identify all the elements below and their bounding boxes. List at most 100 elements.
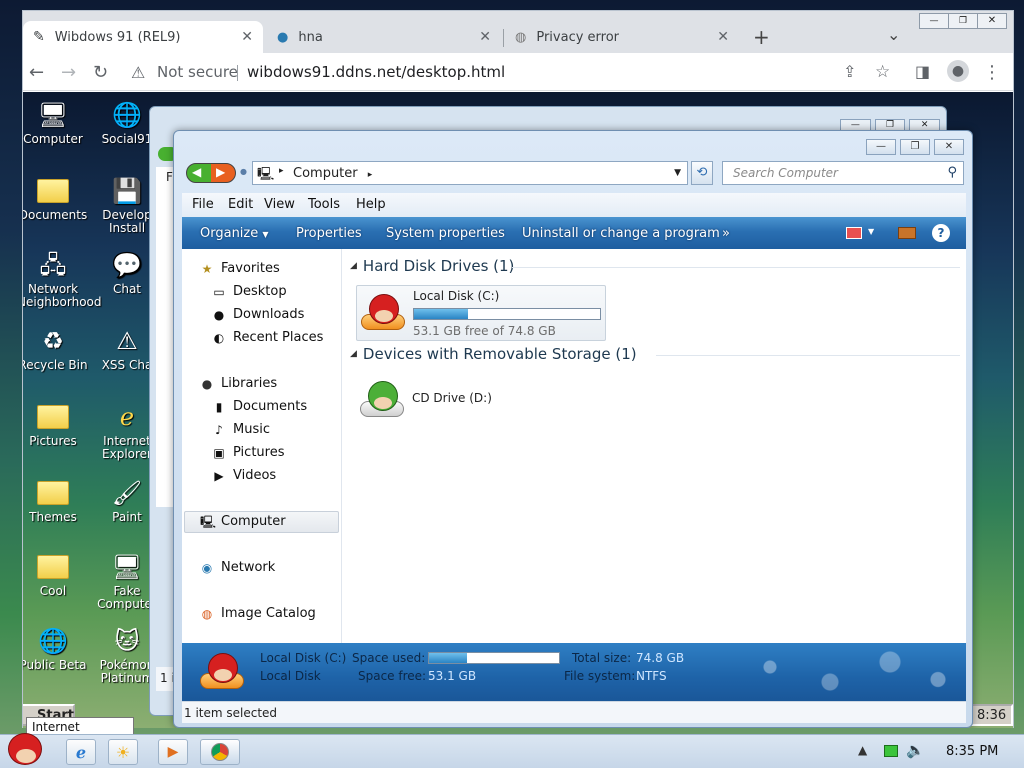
desktop-icon-public-beta[interactable]: 🌐 Public Beta [23, 626, 89, 672]
start-orb[interactable] [4, 731, 46, 768]
new-tab-button[interactable]: + [753, 25, 770, 49]
nav-computer[interactable]: 🖳 Computer [200, 514, 286, 529]
desktop-icon-pictures[interactable]: Pictures [23, 402, 89, 448]
tab-wibdows[interactable]: ✎ Wibdows 91 (REL9) ✕ [23, 21, 263, 53]
tab-privacy-error[interactable]: ◍ Privacy error ✕ [505, 21, 739, 53]
forward-arrow-icon[interactable]: ▶ [216, 165, 225, 179]
bookmark-star-icon[interactable]: ☆ [875, 62, 890, 82]
close-button[interactable]: ✕ [977, 14, 1006, 28]
nav-lib-documents[interactable]: ▮ Documents [212, 399, 307, 414]
details-drive-name: Local Disk (C:) [260, 651, 347, 665]
details-space-free-label: Space free: [358, 669, 427, 683]
globe-shortcut-icon: 🌐 [112, 100, 142, 129]
desktop-icon-cool[interactable]: Cool [23, 552, 89, 598]
profile-icon[interactable]: ● [947, 60, 969, 82]
nav-libraries[interactable]: ● Libraries [200, 376, 277, 391]
help-icon[interactable]: ? [932, 224, 950, 242]
nav-image-catalog[interactable]: ◍ Image Catalog [200, 606, 316, 621]
more-commands-button[interactable]: » [722, 226, 730, 241]
breadcrumb-chevron-icon[interactable]: ▸ [279, 166, 284, 176]
breadcrumb-computer[interactable]: Computer [293, 166, 358, 181]
security-label[interactable]: Not secure [157, 63, 238, 81]
explorer-minimize-button[interactable]: — [866, 139, 896, 155]
restore-button[interactable]: ❐ [948, 14, 977, 28]
taskbar-internet-explorer[interactable]: ℯ [66, 739, 96, 765]
nav-lib-music[interactable]: ♪ Music [212, 422, 270, 437]
nav-downloads[interactable]: ● Downloads [212, 307, 305, 322]
drive-local-disk-c[interactable]: Local Disk (C:) 53.1 GB free of 74.8 GB [356, 285, 606, 341]
computer-icon: 🖳 [257, 167, 275, 182]
details-fs-label: File system: [564, 669, 636, 683]
desktop-icon-computer[interactable]: 🖥 Computer [23, 100, 89, 146]
menu-help[interactable]: Help [356, 197, 386, 212]
organize-button[interactable]: Organize ▼ [200, 226, 269, 241]
group-removable-storage[interactable]: ◢ Devices with Removable Storage (1) [350, 345, 637, 363]
warning-icon[interactable]: ⚠ [131, 63, 145, 82]
menu-kebab-icon[interactable]: ⋮ [983, 62, 1001, 83]
nav-lib-videos[interactable]: ▶ Videos [212, 468, 276, 483]
menu-tools[interactable]: Tools [308, 197, 340, 212]
refresh-button[interactable]: ⟲ [691, 161, 713, 185]
status-text: 1 item selected [184, 706, 278, 720]
explorer-close-button[interactable]: ✕ [934, 139, 964, 155]
back-arrow-icon[interactable]: ◀ [192, 165, 201, 179]
explorer-content: ★ Favorites ▭ Desktop ● Downloads ◐ Recent P… [182, 249, 966, 643]
minimize-button[interactable]: — [920, 14, 948, 28]
close-tab-icon[interactable]: ✕ [479, 29, 491, 45]
desktop-icon-recycle-bin[interactable]: ♻ Recycle Bin [23, 326, 89, 372]
nav-favorites[interactable]: ★ Favorites [200, 261, 280, 276]
menu-edit[interactable]: Edit [228, 197, 253, 212]
explorer-restore-button[interactable]: ❐ [900, 139, 930, 155]
back-forward-buttons[interactable]: ◀ ▶ [186, 163, 236, 183]
address-dropdown-icon[interactable]: ▼ [674, 168, 681, 178]
desktop-icon-themes[interactable]: Themes [23, 478, 89, 524]
desktop-icon-network[interactable]: 🖧 Network Neighborhood [23, 250, 102, 309]
host-clock[interactable]: 8:35 PM [946, 744, 998, 759]
recent-places-icon: ◐ [213, 330, 225, 345]
tab-hna[interactable]: ● hna ✕ [267, 21, 501, 53]
chevron-down-icon[interactable]: ▼ [868, 227, 874, 236]
system-properties-button[interactable]: System properties [386, 226, 505, 241]
navigation-pane: ★ Favorites ▭ Desktop ● Downloads ◐ Recent P… [182, 249, 342, 643]
breadcrumb[interactable]: 🖳 ▸ Computer ▸ ▼ [252, 161, 688, 185]
desktop-icon-documents[interactable]: Documents [23, 176, 89, 222]
reload-icon[interactable]: ↻ [93, 62, 108, 83]
search-icon[interactable]: ⚲ [947, 165, 957, 180]
menu-file[interactable]: File [192, 197, 214, 212]
nav-lib-pictures[interactable]: ▣ Pictures [212, 445, 284, 460]
properties-button[interactable]: Properties [296, 226, 362, 241]
taskbar-chrome[interactable] [200, 739, 240, 765]
tray-expand-icon[interactable]: ▲ [858, 743, 867, 757]
chrome-icon [211, 743, 229, 761]
search-input[interactable]: Search Computer ⚲ [722, 161, 964, 185]
close-tab-icon[interactable]: ✕ [717, 29, 729, 45]
network-icon: ◉ [201, 560, 213, 575]
preview-pane-icon[interactable] [898, 227, 916, 239]
uninstall-program-button[interactable]: Uninstall or change a program [522, 226, 720, 241]
back-arrow-icon[interactable]: ← [29, 62, 44, 83]
group-hard-disk-drives[interactable]: ◢ Hard Disk Drives (1) [350, 257, 514, 275]
side-panel-icon[interactable]: ◨ [915, 62, 930, 81]
close-tab-icon[interactable]: ✕ [241, 29, 253, 45]
menu-view[interactable]: View [264, 197, 295, 212]
network-tray-icon[interactable] [884, 745, 898, 757]
taskbar-media-player[interactable]: ▶ [158, 739, 188, 765]
nav-desktop[interactable]: ▭ Desktop [212, 284, 286, 299]
tab-search-button[interactable]: ⌄ [887, 25, 900, 44]
history-dropdown-icon[interactable]: ● [240, 167, 247, 176]
drive-cd-d[interactable]: CD Drive (D:) [356, 379, 516, 423]
breadcrumb-chevron-icon[interactable]: ▸ [368, 170, 373, 180]
explorer-window: — ❐ ✕ ◀ ▶ ● 🖳 ▸ Computer ▸ ▼ ⟲ Search Co… [173, 130, 973, 728]
share-icon[interactable]: ⇪ [843, 62, 856, 81]
change-view-icon[interactable] [846, 227, 862, 239]
taskbar-sun-app[interactable]: ☀ [108, 739, 138, 765]
forward-arrow-icon[interactable]: → [61, 62, 76, 83]
computer-shortcut-icon: 🖥 [111, 552, 143, 581]
collapse-triangle-icon[interactable]: ◢ [350, 261, 357, 271]
nav-network[interactable]: ◉ Network [200, 560, 276, 575]
ie-icon: ℯ [119, 402, 135, 431]
url-input[interactable]: wibdows91.ddns.net/desktop.html [247, 63, 505, 81]
volume-icon[interactable]: 🔈 [906, 741, 925, 759]
nav-recent-places[interactable]: ◐ Recent Places [212, 330, 324, 345]
collapse-triangle-icon[interactable]: ◢ [350, 349, 357, 359]
